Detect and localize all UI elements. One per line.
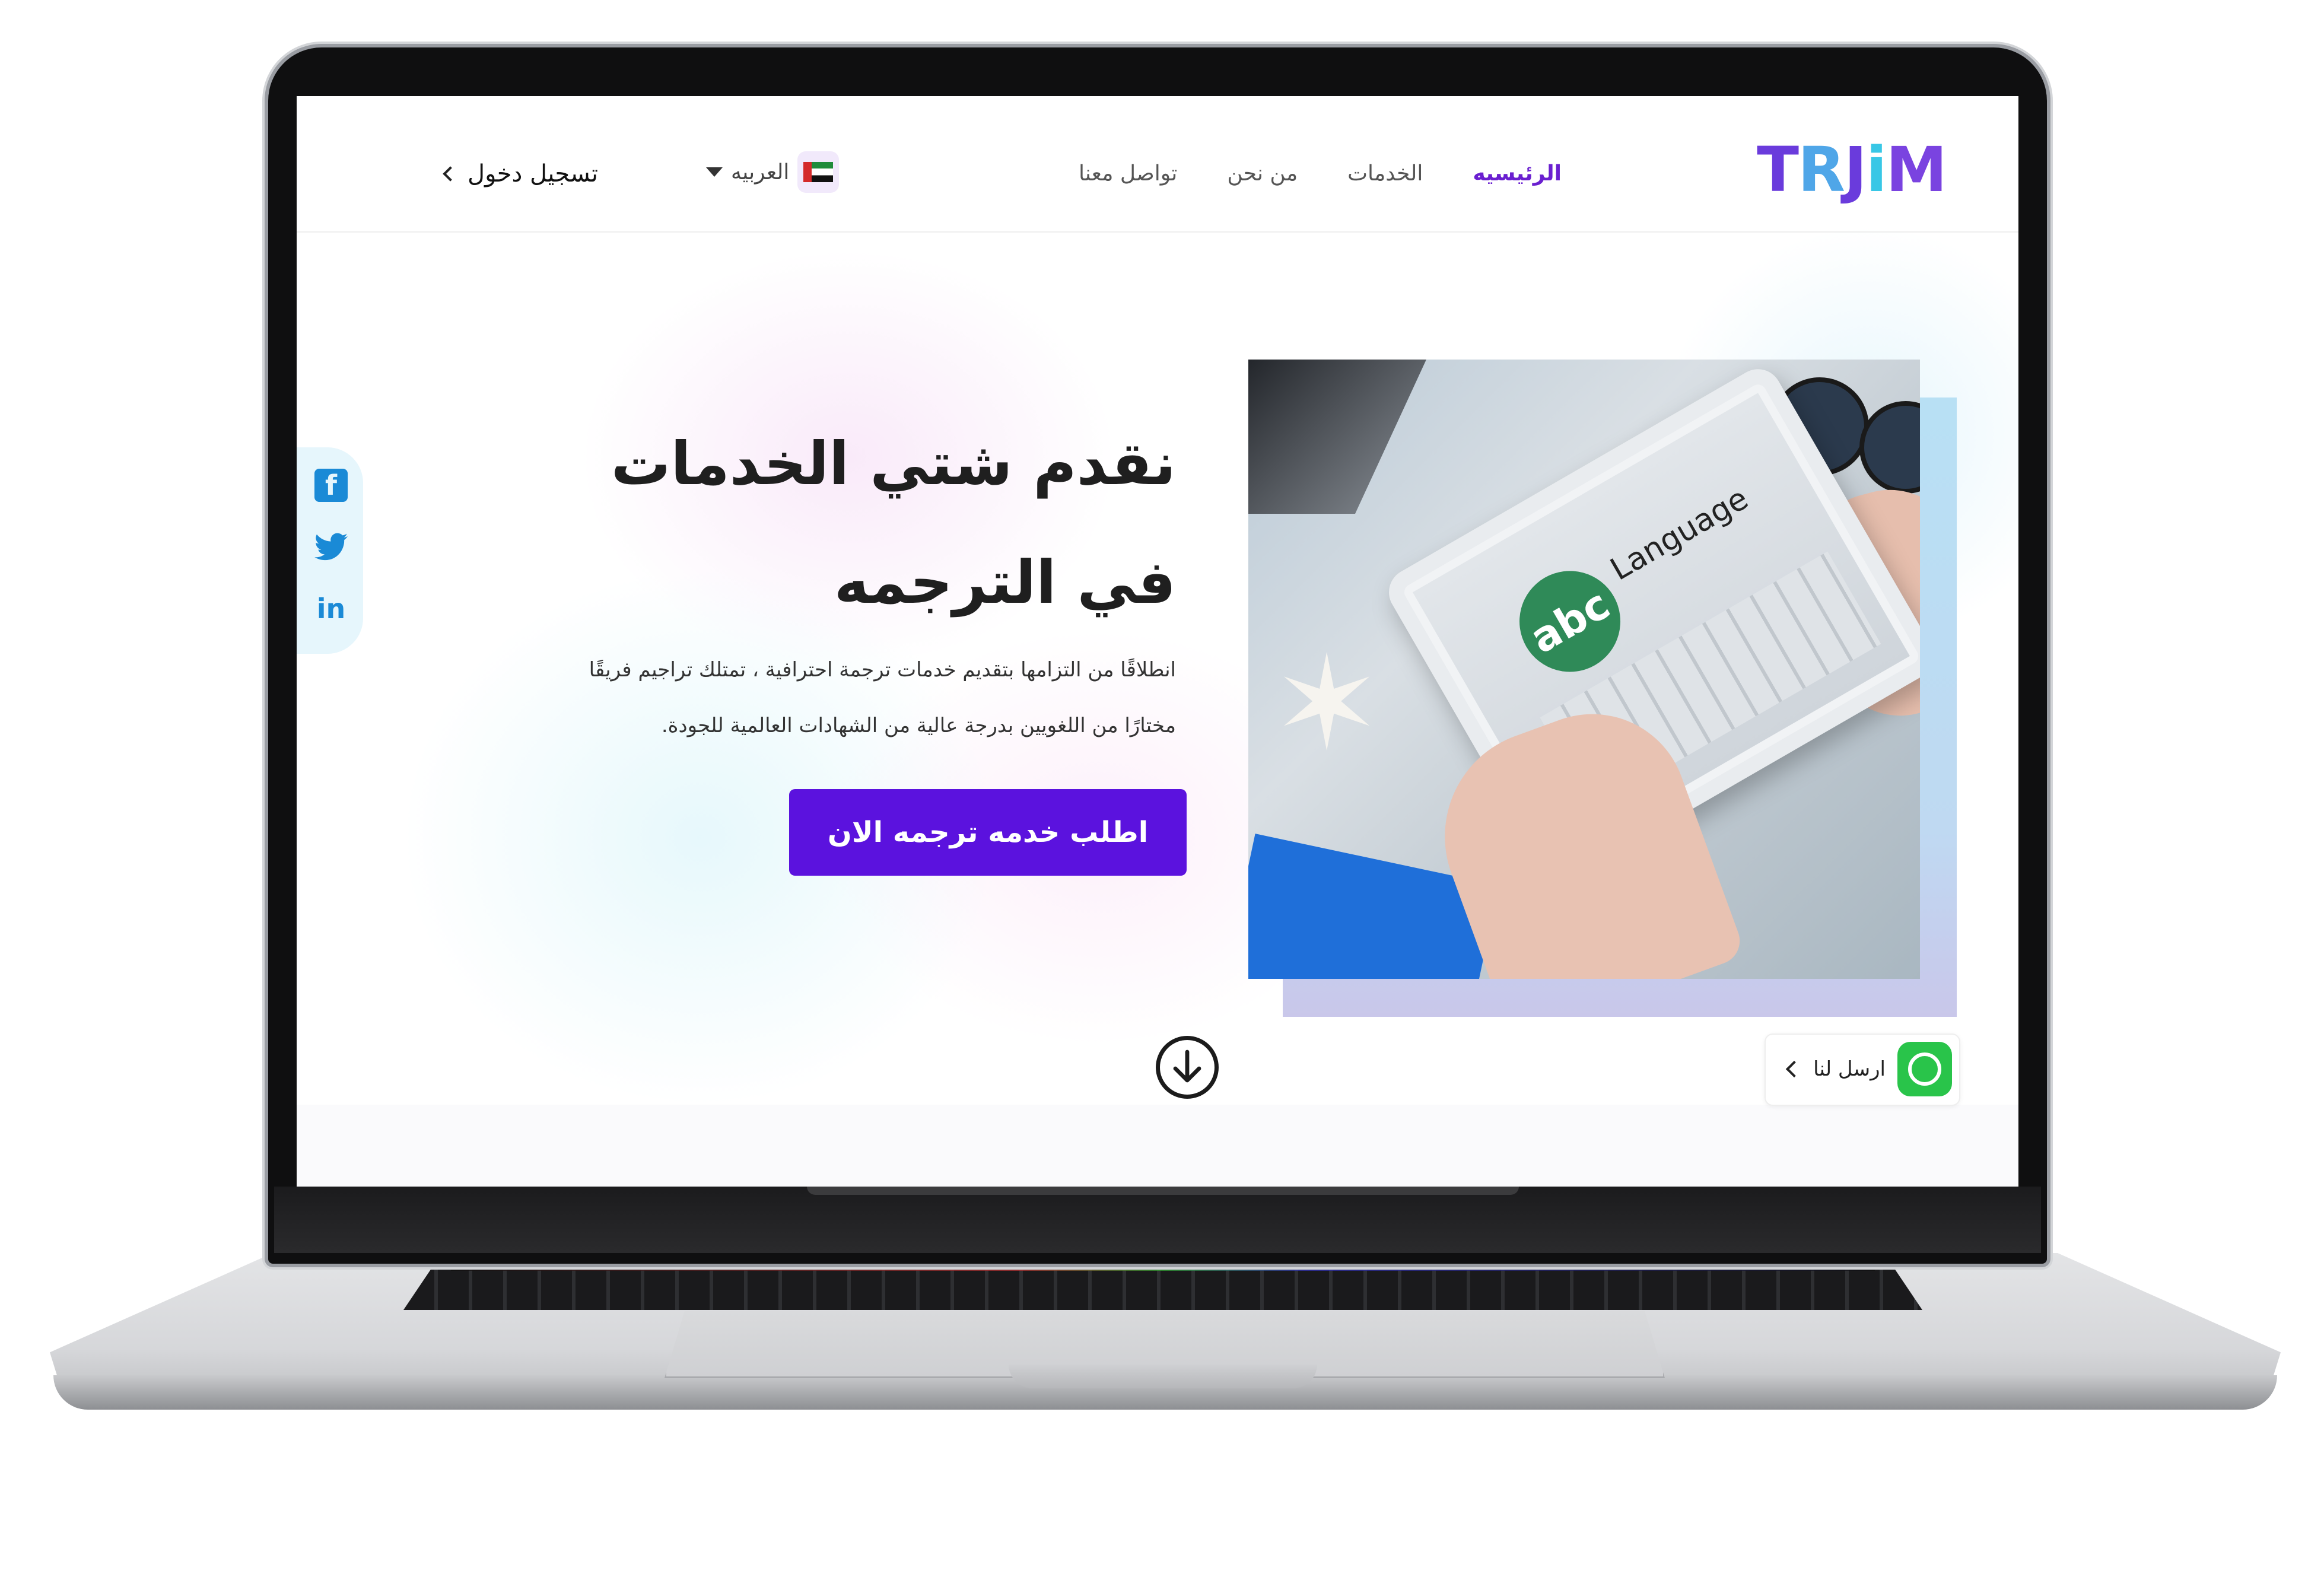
laptop-opening-notch — [1009, 1365, 1317, 1388]
chevron-left-icon — [1785, 1060, 1803, 1078]
laptop-touchbar — [451, 1265, 1875, 1271]
top-navbar: TRJiM الرئيسيه الخدمات من نحن تواصل معنا… — [297, 96, 2018, 233]
hero-title: نقدم شتي الخدمات في الترجمه — [523, 405, 1176, 642]
hero-desc-line-2: مختارًا من اللغويين بدرجة عالية من الشها… — [661, 714, 1176, 737]
nav-link-about[interactable]: من نحن — [1227, 161, 1298, 186]
login-link[interactable]: تسجيل دخول — [443, 160, 598, 187]
linkedin-icon[interactable]: in — [314, 592, 348, 625]
hero-title-line-1: نقدم شتي الخدمات — [611, 429, 1176, 498]
whatsapp-contact-button[interactable]: ارسل لنا — [1765, 1034, 1960, 1106]
whatsapp-icon — [1897, 1042, 1952, 1096]
arrow-down-icon[interactable] — [1156, 1036, 1219, 1099]
social-sidebar: f in — [297, 447, 363, 654]
nav-links: الرئيسيه الخدمات من نحن تواصل معنا — [1079, 161, 1562, 186]
language-label: العربيه — [731, 160, 790, 185]
language-word: Language — [1604, 481, 1754, 588]
login-label: تسجيل دخول — [468, 160, 598, 187]
brand-logo[interactable]: TRJiM — [1757, 139, 1947, 201]
facebook-icon[interactable]: f — [314, 469, 348, 502]
laptop-keyboard — [403, 1265, 1922, 1310]
uae-flag-icon — [797, 151, 840, 193]
hero-description: انطلاقًا من التزامها بتقديم خدمات ترجمة … — [464, 642, 1176, 753]
hero-image: ✶ abc Language — [1248, 360, 1920, 979]
laptop-hinge — [807, 1187, 1519, 1195]
laptop-bottom-bezel — [274, 1187, 2041, 1253]
caret-down-icon — [706, 167, 723, 177]
request-translation-button[interactable]: اطلب خدمه ترجمه الان — [789, 789, 1187, 876]
whatsapp-label: ارسل لنا — [1813, 1057, 1886, 1081]
nav-link-services[interactable]: الخدمات — [1347, 161, 1423, 186]
nav-link-home[interactable]: الرئيسيه — [1473, 161, 1562, 186]
chevron-left-icon — [443, 166, 458, 182]
website-screen: TRJiM الرئيسيه الخدمات من نحن تواصل معنا… — [297, 96, 2018, 1187]
twitter-icon[interactable] — [314, 530, 348, 564]
nav-link-contact[interactable]: تواصل معنا — [1079, 161, 1177, 186]
hero-desc-line-1: انطلاقًا من التزامها بتقديم خدمات ترجمة … — [589, 658, 1176, 682]
hero-title-line-2: في الترجمه — [834, 548, 1176, 617]
language-selector[interactable]: العربيه — [706, 151, 840, 193]
